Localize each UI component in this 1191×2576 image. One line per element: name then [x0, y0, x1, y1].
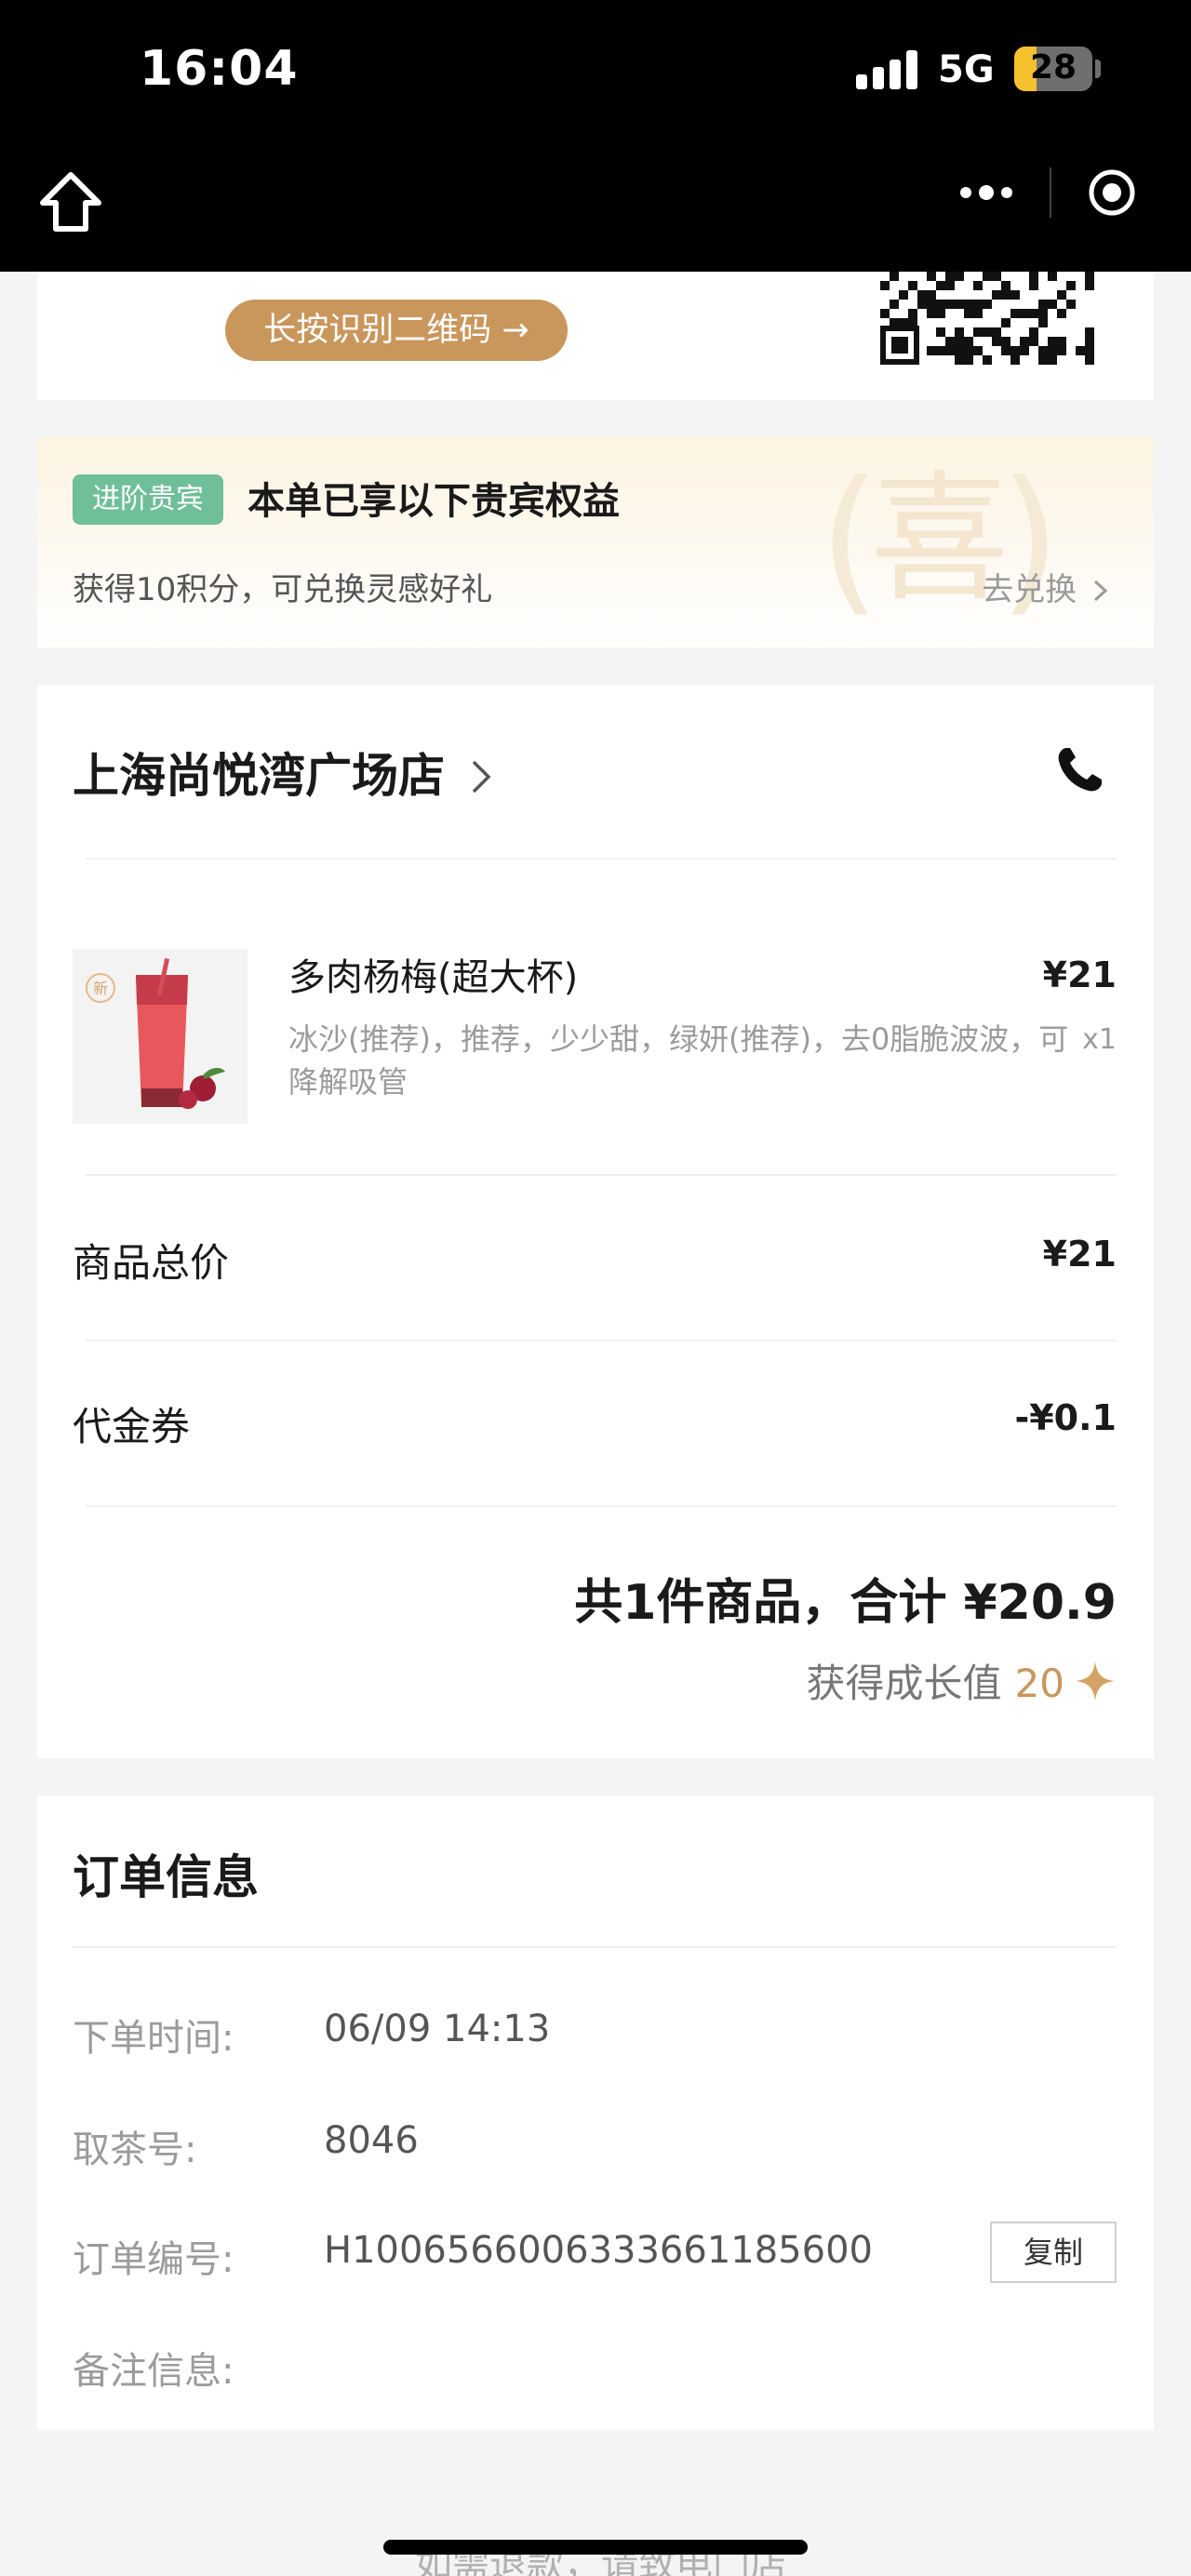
divider	[73, 1946, 1117, 1948]
store-name: 上海尚悦湾广场店	[73, 749, 445, 803]
battery-tip	[1095, 60, 1101, 78]
pickup-number-value: 8046	[324, 2119, 419, 2162]
vip-points-text: 获得10积分，可兑换灵感好礼	[73, 571, 493, 608]
qr-card: 长按识别二维码 →	[37, 272, 1154, 400]
order-number-label: 订单编号:	[73, 2238, 234, 2281]
redeem-link[interactable]: 去兑换	[982, 564, 1109, 609]
growth-value-row: 获得成长值 20	[807, 1652, 1117, 1709]
order-number-value: H1006566006333661185600	[324, 2229, 873, 2272]
chevron-right-icon	[473, 760, 491, 794]
battery-level: 28	[1029, 48, 1077, 87]
order-total: 共1件商品，合计 ¥20.9	[574, 1575, 1117, 1631]
order-info-card: 订单信息 下单时间: 06/09 14:13 取茶号: 8046 订单编号: H…	[37, 1795, 1154, 2430]
scan-qr-button[interactable]: 长按识别二维码 →	[225, 300, 568, 361]
product-price: ¥21	[1042, 954, 1117, 995]
status-time: 16:04	[140, 41, 299, 97]
product-name: 多肉杨梅(超大杯)	[288, 956, 579, 999]
home-indicator	[383, 2540, 808, 2555]
mini-program-capsule	[929, 160, 1174, 225]
signal-icon	[856, 48, 921, 89]
network-type: 5G	[938, 48, 995, 91]
close-circle-icon[interactable]	[1087, 167, 1137, 218]
phone-icon[interactable]	[1053, 744, 1105, 796]
qr-code[interactable]	[880, 272, 1094, 365]
product-options: 冰沙(推荐)，推荐，少少甜，绿妍(推荐)，去0脂脆波波，可降解吸管	[288, 1021, 1069, 1100]
more-icon[interactable]	[957, 177, 1016, 208]
home-icon[interactable]	[35, 169, 106, 234]
product-quantity: x1	[1082, 1023, 1117, 1056]
subtotal-label: 商品总价	[73, 1240, 230, 1286]
voucher-value: -¥0.1	[1014, 1397, 1117, 1438]
battery-icon: 28	[1014, 47, 1092, 91]
order-time-value: 06/09 14:13	[324, 2008, 551, 2050]
growth-label: 获得成长值	[806, 1661, 1002, 1706]
order-card: 上海尚悦湾广场店 新 多肉杨梅(超大杯) 冰沙(推荐)，推荐，少少甜，绿妍(推荐…	[37, 685, 1154, 1758]
vip-benefits-card: ( 喜 ) 进阶贵宾 本单已享以下贵宾权益 获得10积分，可兑换灵感好礼 去兑换	[37, 437, 1154, 647]
redeem-link-label: 去兑换	[982, 571, 1077, 608]
product-image: 新	[73, 949, 248, 1124]
order-info-title: 订单信息	[73, 1850, 259, 1904]
note-label: 备注信息:	[73, 2350, 234, 2393]
divider	[86, 1340, 1117, 1341]
vip-level-badge: 进阶贵宾	[73, 474, 223, 525]
top-bar: 16:04 5G 28	[0, 0, 1191, 272]
divider	[86, 1505, 1117, 1507]
copy-button[interactable]: 复制	[990, 2222, 1117, 2283]
voucher-label: 代金券	[73, 1404, 191, 1449]
store-link[interactable]: 上海尚悦湾广场店	[73, 739, 492, 806]
order-time-label: 下单时间:	[73, 2017, 234, 2060]
divider	[86, 858, 1117, 860]
chevron-right-icon	[1093, 580, 1108, 602]
growth-value: 20	[1014, 1661, 1064, 1706]
new-tag: 新	[93, 980, 108, 997]
subtotal-value: ¥21	[1042, 1234, 1117, 1275]
divider	[86, 1174, 1117, 1176]
capsule-divider	[1050, 167, 1051, 218]
pickup-number-label: 取茶号:	[73, 2129, 197, 2171]
sparkle-icon	[1076, 1662, 1115, 1701]
vip-title: 本单已享以下贵宾权益	[248, 480, 620, 523]
